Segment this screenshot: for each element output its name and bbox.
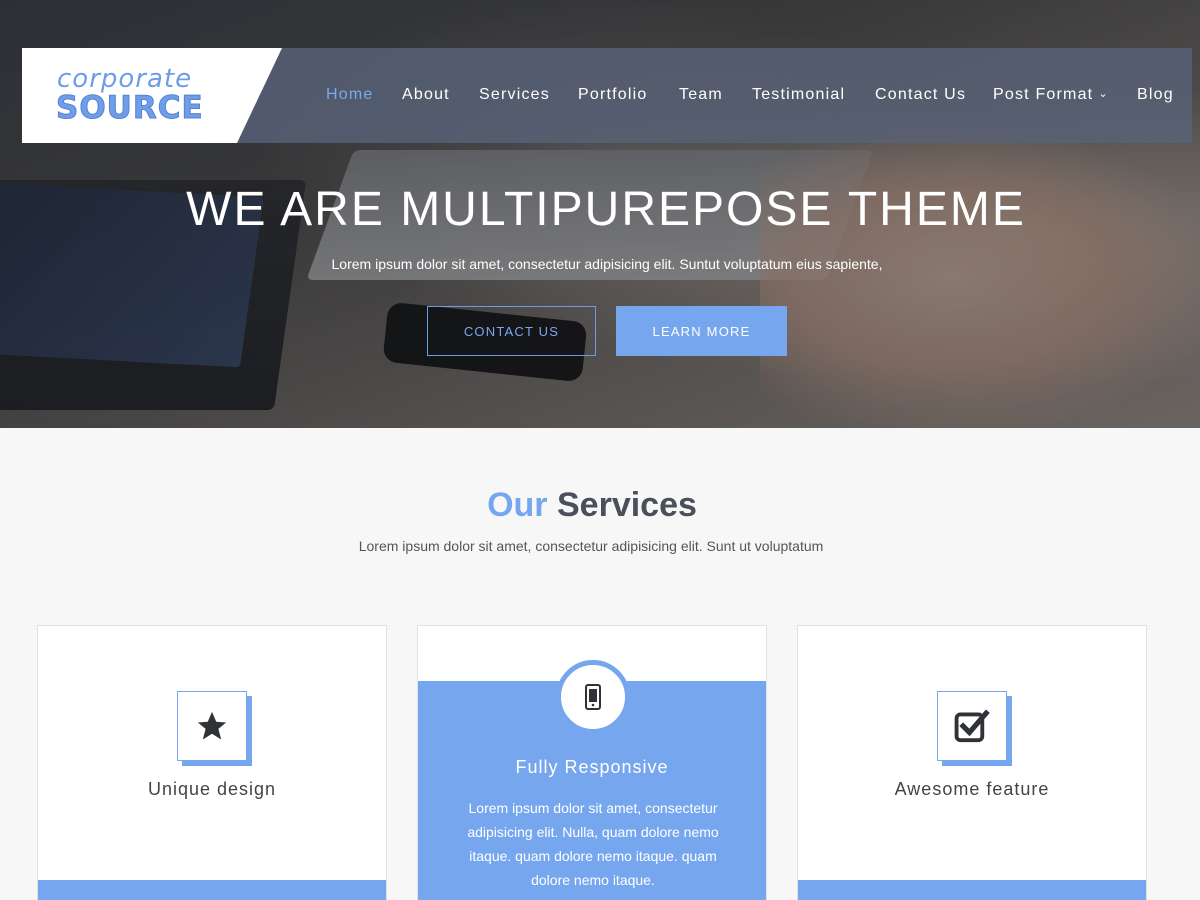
service-card-fully-responsive[interactable]: Fully Responsive Lorem ipsum dolor sit a… [417,625,767,900]
contact-us-button[interactable]: CONTACT US [427,306,596,356]
service-card-text: Lorem ipsum dolor sit amet, consectetur … [467,800,719,888]
check-square-icon [937,691,1007,761]
services-title: Our Services [0,486,1192,525]
hero-subtitle: Lorem ipsum dolor sit amet, consectetur … [331,256,883,272]
nav-item-post-format-label: Post Format [993,86,1094,103]
nav-item-post-format[interactable]: Post Format ⌄ [993,86,1109,104]
nav-item-team[interactable]: Team [679,86,723,104]
service-card-title: Fully Responsive [515,757,669,777]
star-icon [177,691,247,761]
nav-item-portfolio[interactable]: Portfolio [578,86,648,104]
hero-title: WE ARE MULTIPUREPOSE THEME [186,183,1026,236]
nav-item-contact-us[interactable]: Contact Us [875,86,966,104]
nav-menu: Home About Services Portfolio Team Testi… [0,86,1200,106]
services-title-rest: Services [557,486,697,524]
service-card-awesome-feature[interactable]: Awesome feature [797,625,1147,900]
nav-item-blog[interactable]: Blog [1137,86,1174,104]
nav-item-home[interactable]: Home [326,86,373,104]
service-card-title: Awesome feature [894,779,1050,799]
services-title-accent: Our [487,486,548,524]
nav-item-testimonial[interactable]: Testimonial [752,86,845,104]
services-subtitle: Lorem ipsum dolor sit amet, consectetur … [358,538,824,554]
learn-more-button[interactable]: LEARN MORE [616,306,787,356]
mobile-icon [556,660,630,734]
service-card-title: Unique design [147,779,277,799]
chevron-down-icon: ⌄ [1098,88,1109,100]
nav-item-services[interactable]: Services [479,86,550,104]
nav-item-about[interactable]: About [402,86,450,104]
service-card-unique-design[interactable]: Unique design [37,625,387,900]
